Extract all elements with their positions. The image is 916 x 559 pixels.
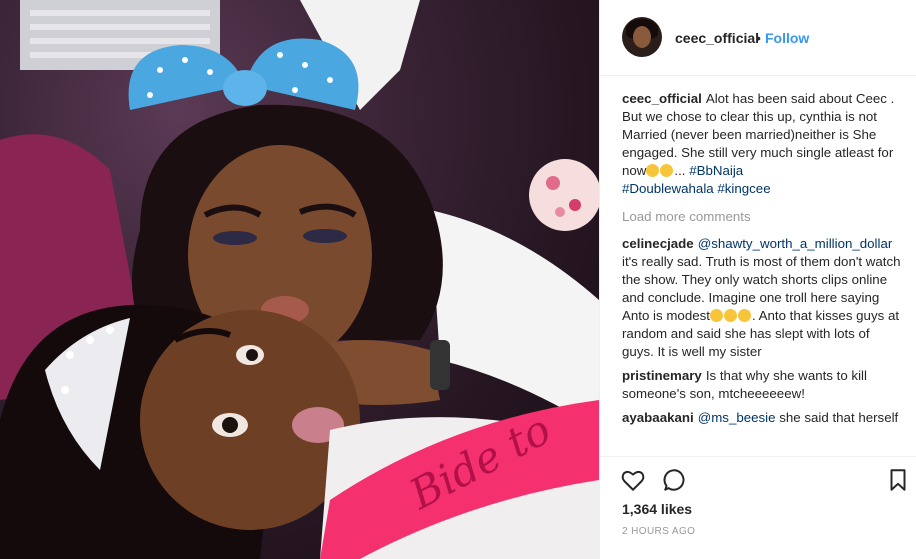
follow-button[interactable]: Follow: [765, 30, 809, 46]
hashtag-doublewahala[interactable]: #Doublewahala: [622, 181, 714, 196]
comment-mention[interactable]: @ms_beesie: [698, 410, 776, 425]
comment-item: celinecjade @shawty_worth_a_million_dolla…: [622, 235, 904, 361]
comment-mention[interactable]: @shawty_worth_a_million_dollar: [698, 236, 893, 251]
comment-icon[interactable]: [662, 467, 688, 493]
post-actions: 1,364 likes 2 HOURS AGO: [600, 456, 916, 559]
post-photo[interactable]: Bide to: [0, 0, 599, 559]
instagram-post: Bide to ceec_official • Follow ceec_offi…: [0, 0, 916, 559]
avatar[interactable]: [622, 17, 662, 57]
heart-icon[interactable]: [620, 467, 646, 493]
grinning-emoji-icon: [646, 164, 660, 177]
caption: ceec_official Alot has been said about Ce…: [622, 90, 904, 198]
post-sidebar: ceec_official • Follow ceec_official Alot…: [599, 0, 916, 559]
bookmark-icon[interactable]: [885, 467, 911, 493]
comment-username[interactable]: ayabaakani: [622, 410, 694, 425]
comment-text: she said that herself: [779, 410, 899, 425]
hashtag-bbnaija[interactable]: #BbNaija: [689, 163, 743, 178]
comment-username[interactable]: celinecjade: [622, 236, 694, 251]
watch: [430, 340, 450, 390]
comment-item: ayabaakani @ms_beesie she said that herse…: [622, 409, 904, 427]
like-count[interactable]: 1,364 likes: [622, 501, 692, 517]
white-sleeve: [430, 210, 599, 430]
post-header: ceec_official • Follow: [600, 0, 916, 76]
separator-dot: •: [756, 30, 761, 46]
grinning-emoji-icon: [737, 309, 751, 322]
grinning-emoji-icon: [723, 309, 737, 322]
printed-balloon: [529, 159, 599, 231]
post-timestamp: 2 HOURS AGO: [622, 526, 696, 537]
comments-list[interactable]: ceec_official Alot has been said about Ce…: [622, 90, 904, 456]
load-more-comments-button[interactable]: Load more comments: [622, 208, 904, 226]
caption-ellipsis: ...: [674, 163, 686, 178]
username-link[interactable]: ceec_official: [675, 30, 759, 46]
mouse-ears-headband: [128, 38, 359, 111]
hashtag-kingcee[interactable]: #kingcee: [717, 181, 770, 196]
caption-username[interactable]: ceec_official: [622, 91, 702, 106]
comment-item: pristinemary Is that why she wants to kil…: [622, 367, 904, 403]
smiling-emoji-icon: [660, 164, 674, 177]
photo-illustration: Bide to: [0, 0, 599, 559]
comment-username[interactable]: pristinemary: [622, 368, 702, 383]
grinning-emoji-icon: [709, 309, 723, 322]
